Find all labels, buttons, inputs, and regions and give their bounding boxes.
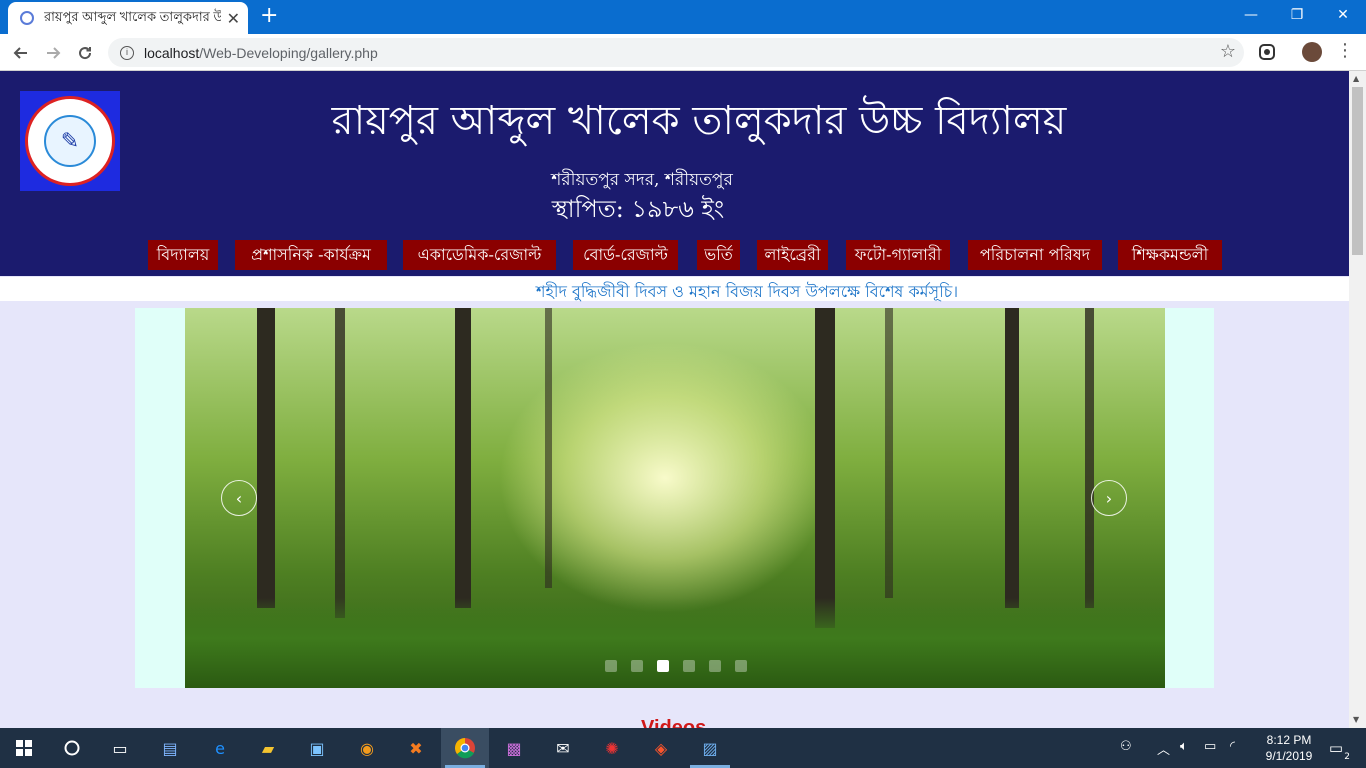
browser-tab[interactable]: রায়পুর আব্দুল খালেক তালুকদার উ ✕ [8, 2, 248, 34]
school-name: রায়পুর আব্দুল খালেক তালুকদার উচ্চ বিদ্য… [331, 98, 1067, 144]
windows-logo-icon [16, 740, 32, 756]
browser-menu-icon[interactable]: ⋮ [1336, 40, 1354, 61]
image-carousel: ‹ › [135, 308, 1214, 688]
app-orange-icon[interactable]: ◉ [355, 736, 379, 760]
wifi-icon[interactable]: ◜ [1230, 739, 1235, 754]
close-window-button[interactable]: ✕ [1320, 0, 1366, 30]
battery-icon[interactable]: ▭ [1204, 739, 1216, 754]
minimize-button[interactable]: — [1228, 0, 1274, 30]
edge-browser-icon[interactable]: e [208, 736, 232, 760]
start-icon[interactable] [12, 736, 36, 760]
address-bar[interactable]: i localhost/Web-Developing/gallery.php ☆ [108, 38, 1244, 67]
taskbar-clock[interactable]: 8:12 PM 9/1/2019 [1258, 732, 1320, 764]
tree-trunk [545, 308, 552, 588]
app-notepad-icon[interactable]: ▤ [158, 736, 182, 760]
school-established: স্থাপিত: ১৯৮৬ ইং [551, 195, 725, 223]
site-header: ✎ রায়পুর আব্দুল খালেক তালুকদার উচ্চ বিদ… [0, 71, 1349, 276]
menu-item-board-result[interactable]: বোর্ড-রেজাল্ট [573, 240, 678, 270]
photos-app-icon[interactable]: ▨ [698, 736, 722, 760]
search-circle-icon[interactable] [60, 736, 84, 760]
tab-close-icon[interactable]: ✕ [227, 9, 240, 28]
extension-icon[interactable] [1257, 42, 1277, 62]
back-arrow-icon [13, 47, 27, 59]
browser-toolbar: i localhost/Web-Developing/gallery.php ☆ [0, 34, 1366, 71]
cortana-icon [64, 740, 80, 756]
url-host: localhost [144, 44, 200, 61]
action-center-icon[interactable]: ▭ 2 [1324, 736, 1350, 762]
carousel-indicator-dot[interactable] [657, 660, 669, 672]
clock-date: 9/1/2019 [1265, 749, 1313, 763]
tree-trunk [455, 308, 471, 608]
menu-item-administrative[interactable]: প্রশাসনিক -কার্যক্রম [235, 240, 387, 270]
menu-item-school[interactable]: বিদ্যালয় [148, 240, 218, 270]
restore-button[interactable]: ❐ [1274, 0, 1320, 30]
notification-count: 2 [1344, 752, 1350, 762]
menu-item-admission[interactable]: ভর্তি [697, 240, 740, 270]
profile-avatar[interactable] [1302, 42, 1322, 62]
app-spider-icon[interactable]: ✺ [600, 736, 624, 760]
task-view-icon[interactable]: ▭ [108, 736, 132, 760]
chrome-logo-icon [455, 738, 475, 759]
clock-time: 8:12 PM [1266, 733, 1312, 747]
menu-item-photo-gallery[interactable]: ফটো-গ্যালারী [846, 240, 950, 270]
tree-trunk [257, 308, 275, 608]
reload-button[interactable] [72, 40, 98, 66]
forward-button[interactable] [40, 40, 66, 66]
site-favicon-icon [20, 11, 34, 25]
notice-text[interactable]: শহীদ বুদ্ধিজীবী দিবস ও মহান বিজয় দিবস উ… [536, 279, 958, 306]
carousel-indicator-dot[interactable] [735, 660, 747, 672]
forest-undergrowth [185, 598, 1165, 688]
page-viewport: ✎ রায়পুর আব্দুল খালেক তালুকদার উচ্চ বিদ… [0, 71, 1349, 728]
site-info-icon[interactable]: i [120, 45, 134, 60]
forward-arrow-icon [47, 47, 61, 59]
carousel-slide-forest: ‹ › [185, 308, 1165, 688]
new-tab-button[interactable]: + [260, 5, 278, 27]
scroll-down-icon[interactable]: ▼ [1353, 715, 1359, 724]
tab-title: রায়পুর আব্দুল খালেক তালুকদার উ [44, 8, 221, 24]
people-icon[interactable]: ⚇ [1120, 739, 1132, 754]
file-explorer-icon[interactable]: ▰ [256, 736, 280, 760]
menu-item-library[interactable]: লাইব্রেরী [757, 240, 828, 270]
url-path: /Web-Developing/gallery.php [199, 44, 378, 61]
tree-trunk [815, 308, 835, 628]
reload-icon [79, 47, 92, 60]
bookmark-star-icon[interactable]: ☆ [1220, 41, 1236, 62]
menu-item-academic-result[interactable]: একাডেমিক-রেজাল্ট [403, 240, 556, 270]
volume-icon[interactable]: 🔈︎ [1180, 739, 1188, 754]
brave-browser-icon[interactable]: ◈ [649, 736, 673, 760]
page-scrollbar[interactable]: ▲ ▼ [1349, 71, 1366, 728]
menu-item-teachers[interactable]: শিক্ষকমন্ডলী [1118, 240, 1222, 270]
videos-heading: Videos [641, 717, 707, 728]
carousel-indicator-dot[interactable] [605, 660, 617, 672]
tree-trunk [1005, 308, 1019, 608]
browser-titlebar: রায়পুর আব্দুল খালেক তালুকদার উ ✕ + — ❐ … [0, 0, 1366, 34]
carousel-prev-button[interactable]: ‹ [221, 480, 257, 516]
carousel-indicator-dot[interactable] [683, 660, 695, 672]
chrome-icon[interactable] [453, 736, 477, 760]
tree-trunk [885, 308, 893, 598]
windows-taskbar: ▭ ▤ e ▰ ▣ ◉ ✖ ▩ ✉ ✺ ◈ ▨ ⚇ ︿ 🔈︎ ▭ ◜ 8:12 … [0, 728, 1366, 768]
carousel-indicators [605, 660, 747, 672]
tree-trunk [335, 308, 345, 618]
tray-chevron-up-icon[interactable]: ︿ [1157, 739, 1170, 758]
back-button[interactable] [8, 40, 34, 66]
phpstorm-icon[interactable]: ▩ [502, 736, 526, 760]
scrollbar-thumb[interactable] [1352, 87, 1363, 255]
menu-item-governing-body[interactable]: পরিচালনা পরিষদ [968, 240, 1102, 270]
notification-glyph: ▭ [1328, 739, 1344, 757]
carousel-indicator-dot[interactable] [631, 660, 643, 672]
notice-bar: শহীদ বুদ্ধিজীবী দিবস ও মহান বিজয় দিবস উ… [0, 277, 1349, 301]
tree-trunk [1085, 308, 1094, 608]
mail-icon[interactable]: ✉ [551, 736, 575, 760]
xampp-icon[interactable]: ✖ [404, 736, 428, 760]
store-icon[interactable]: ▣ [305, 736, 329, 760]
carousel-next-button[interactable]: › [1091, 480, 1127, 516]
scroll-up-icon[interactable]: ▲ [1353, 74, 1359, 83]
carousel-indicator-dot[interactable] [709, 660, 721, 672]
